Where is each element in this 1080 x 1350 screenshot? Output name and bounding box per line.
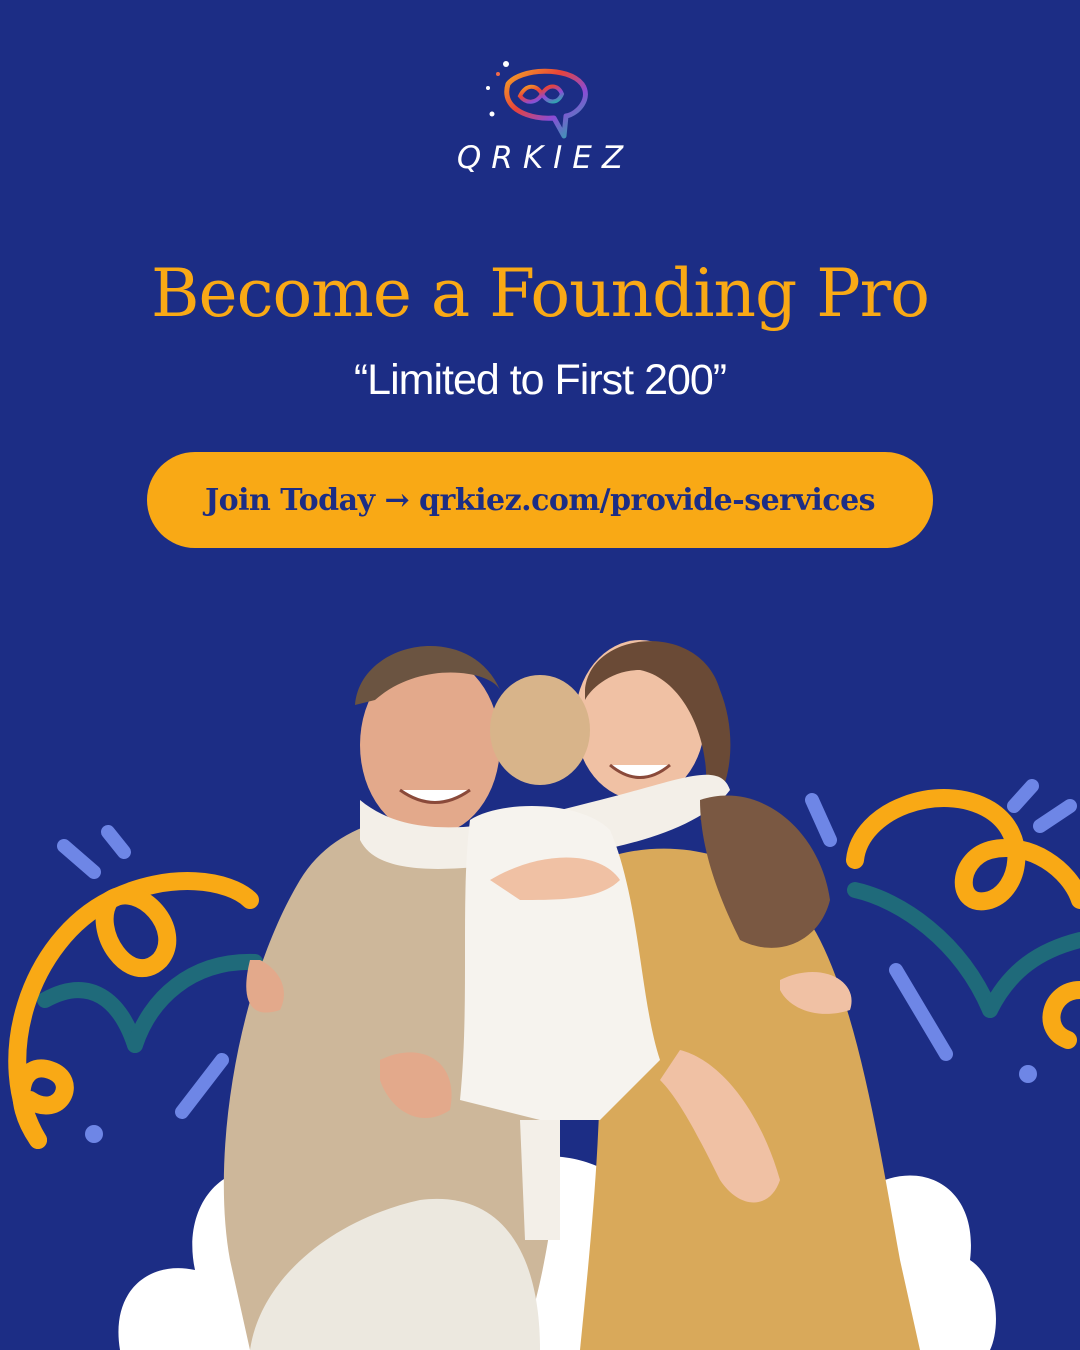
family-hug-photo <box>223 640 920 1350</box>
headline: Become a Founding Pro <box>151 255 930 332</box>
subheadline: “Limited to First 200” <box>353 356 727 404</box>
brand-logo-icon <box>480 58 600 148</box>
brand-name: QRKIEZ <box>456 140 634 176</box>
join-today-button[interactable]: Join Today → qrkiez.com/provide-services <box>147 452 933 548</box>
promo-poster: QRKIEZ Become a Founding Pro “Limited to… <box>0 0 1080 1350</box>
